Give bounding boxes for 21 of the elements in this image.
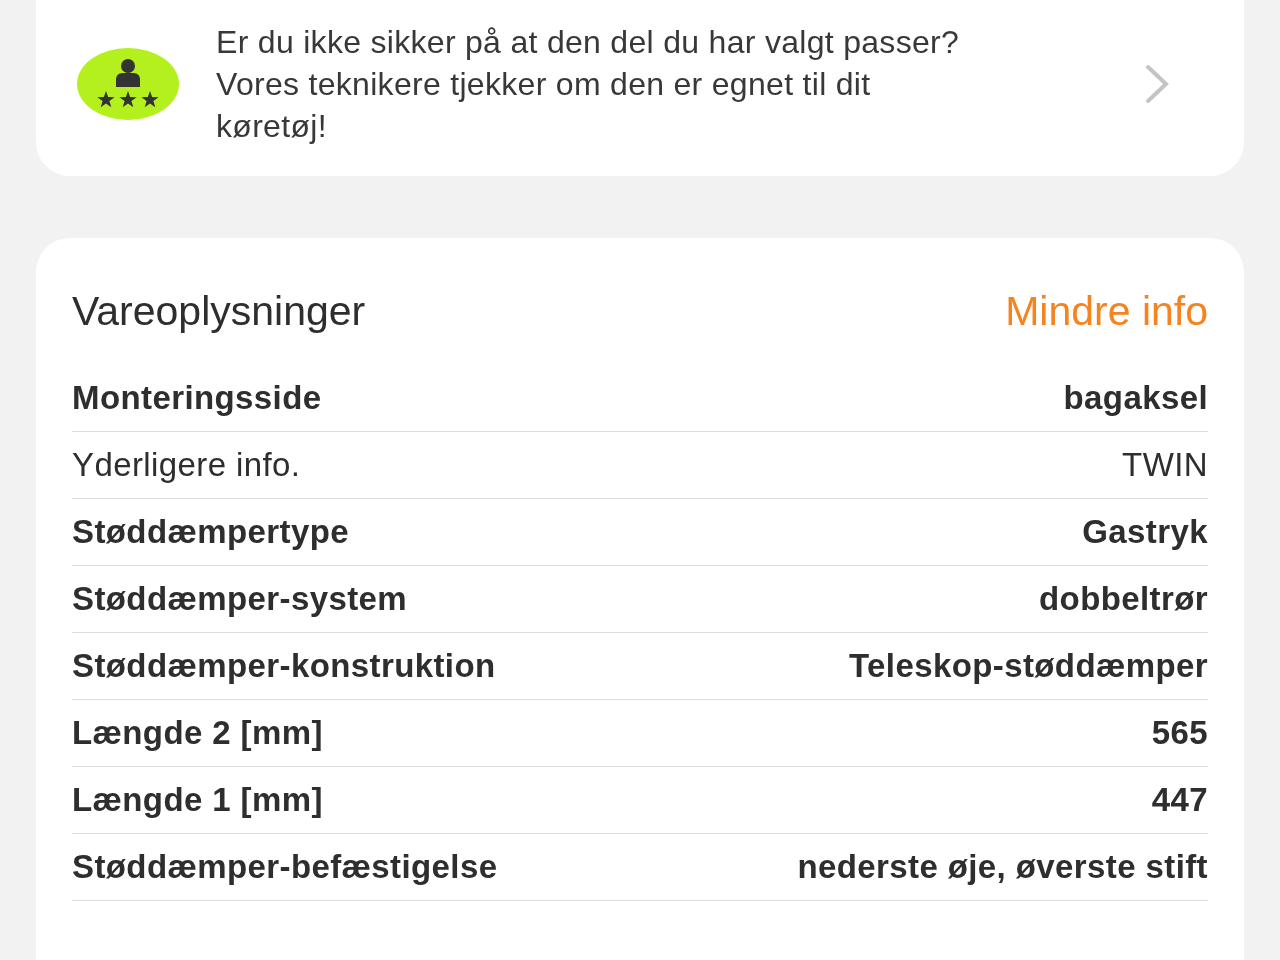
attribute-label: Længde 2 [mm] bbox=[72, 714, 323, 752]
attribute-value: bagaksel bbox=[1063, 379, 1208, 417]
attribute-label: Støddæmper-system bbox=[72, 580, 408, 618]
attribute-label: Støddæmper-befæstigelse bbox=[72, 848, 498, 886]
attribute-value: 447 bbox=[1151, 781, 1208, 819]
technician-rating-icon bbox=[76, 47, 180, 121]
banner-card[interactable]: Er du ikke sikker på at den del du har valgt passer? Vores teknikere tjekker om den er egnet til dit køretøj! bbox=[36, 0, 1244, 176]
banner-message: Er du ikke sikker på at den del du har valgt passer? Vores teknikere tjekker om den er egnet til dit køretøj! bbox=[216, 23, 961, 146]
attribute-value: Teleskop-støddæmper bbox=[848, 647, 1208, 685]
attribute-label: Støddæmpertype bbox=[72, 513, 349, 551]
attribute-value: Gastryk bbox=[1082, 513, 1208, 551]
attribute-label: Monteringsside bbox=[72, 379, 322, 417]
attribute-value: dobbeltrør bbox=[1039, 580, 1208, 618]
chevron-right-icon[interactable] bbox=[1144, 64, 1170, 104]
attribute-value: nederste øje, øverste stift bbox=[797, 848, 1208, 886]
attribute-label: Støddæmper-konstruktion bbox=[72, 647, 496, 685]
attribute-value: TWIN bbox=[1122, 446, 1208, 484]
attribute-label: Yderligere info. bbox=[72, 446, 301, 484]
attribute-value: 565 bbox=[1151, 714, 1208, 752]
section-title: Vareoplysninger bbox=[72, 288, 366, 335]
attribute-label: Længde 1 [mm] bbox=[72, 781, 323, 819]
